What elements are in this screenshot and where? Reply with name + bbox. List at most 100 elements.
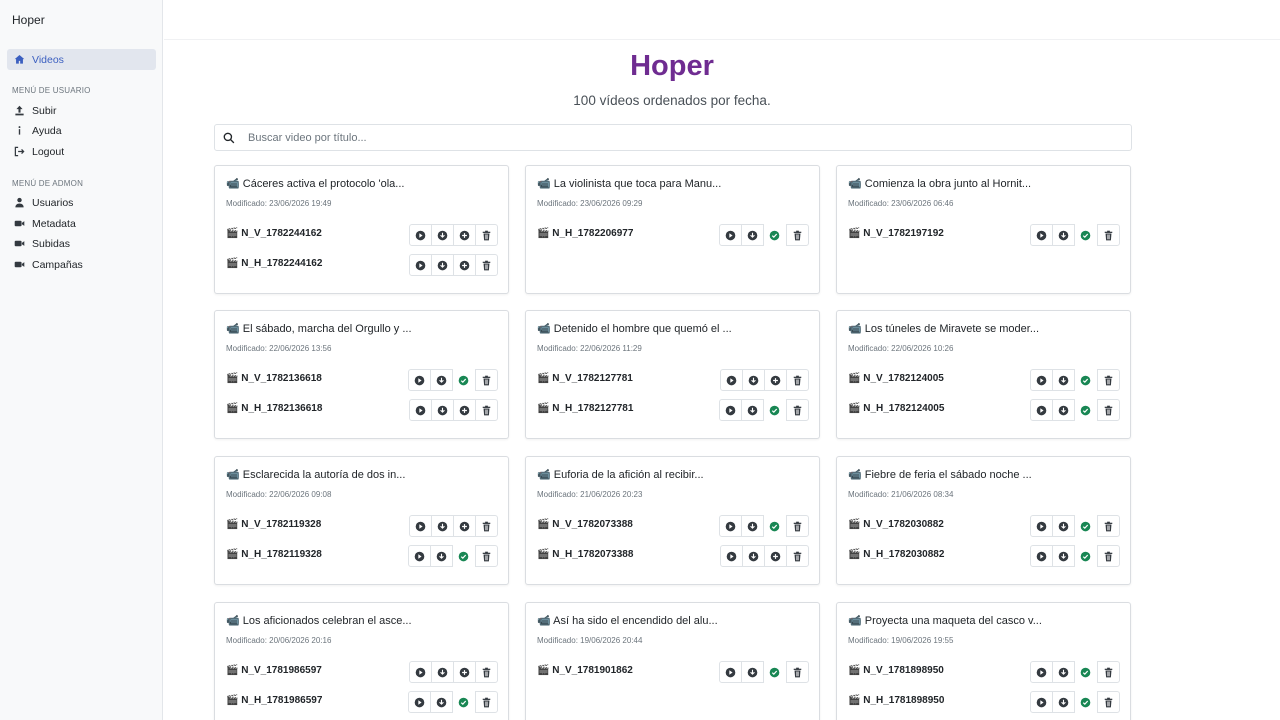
download-button[interactable]	[431, 254, 454, 276]
download-button[interactable]	[741, 661, 764, 683]
download-button[interactable]	[430, 545, 453, 567]
add-button[interactable]	[764, 545, 787, 567]
download-button[interactable]	[431, 661, 454, 683]
play-button[interactable]	[720, 369, 743, 391]
play-button[interactable]	[1030, 661, 1053, 683]
download-button[interactable]	[741, 515, 764, 537]
play-button[interactable]	[719, 515, 742, 537]
delete-button[interactable]	[475, 545, 498, 567]
status-check-button[interactable]	[1074, 399, 1097, 421]
delete-button[interactable]	[1097, 661, 1120, 683]
status-check-button[interactable]	[1074, 369, 1097, 391]
status-check-button[interactable]	[1074, 515, 1097, 537]
status-check-button[interactable]	[1074, 661, 1097, 683]
card-title[interactable]: 📹 Proyecta una maqueta del casco v...	[848, 614, 1042, 627]
add-button[interactable]	[453, 515, 476, 537]
play-button[interactable]	[1030, 399, 1053, 421]
card-title[interactable]: 📹 Los túneles de Miravete se moder...	[848, 322, 1039, 335]
status-check-button[interactable]	[1074, 545, 1097, 567]
download-button[interactable]	[431, 515, 454, 537]
play-button[interactable]	[719, 399, 742, 421]
status-check-button[interactable]	[1074, 224, 1097, 246]
sidebar-item-ayuda[interactable]: Ayuda	[7, 120, 156, 141]
download-button[interactable]	[1052, 515, 1075, 537]
brand-name[interactable]: Hoper	[12, 13, 45, 27]
download-button[interactable]	[431, 399, 454, 421]
card-title[interactable]: 📹 Así ha sido el encendido del alu...	[537, 614, 718, 627]
delete-button[interactable]	[786, 661, 809, 683]
delete-button[interactable]	[786, 369, 809, 391]
delete-button[interactable]	[475, 254, 498, 276]
play-button[interactable]	[1030, 515, 1053, 537]
delete-button[interactable]	[1097, 691, 1120, 713]
download-button[interactable]	[431, 224, 454, 246]
card-title[interactable]: 📹 El sábado, marcha del Orgullo y ...	[226, 322, 412, 335]
sidebar-item-subir[interactable]: Subir	[7, 100, 156, 121]
play-button[interactable]	[719, 224, 742, 246]
play-button[interactable]	[1030, 691, 1053, 713]
status-check-button[interactable]	[763, 399, 786, 421]
delete-button[interactable]	[475, 369, 498, 391]
download-button[interactable]	[430, 369, 453, 391]
play-button[interactable]	[1030, 369, 1053, 391]
play-button[interactable]	[719, 661, 742, 683]
play-button[interactable]	[409, 661, 432, 683]
delete-button[interactable]	[1097, 399, 1120, 421]
card-title[interactable]: 📹 Cáceres activa el protocolo 'ola...	[226, 177, 404, 190]
status-check-button[interactable]	[763, 515, 786, 537]
download-button[interactable]	[1052, 661, 1075, 683]
sidebar-item-logout[interactable]: Logout	[7, 141, 156, 162]
card-title[interactable]: 📹 Comienza la obra junto al Hornit...	[848, 177, 1031, 190]
download-button[interactable]	[741, 399, 764, 421]
status-check-button[interactable]	[1074, 691, 1097, 713]
add-button[interactable]	[453, 399, 476, 421]
download-button[interactable]	[742, 545, 765, 567]
play-button[interactable]	[720, 545, 743, 567]
add-button[interactable]	[453, 254, 476, 276]
status-check-button[interactable]	[763, 224, 786, 246]
card-title[interactable]: 📹 Detenido el hombre que quemó el ...	[537, 322, 732, 335]
card-title[interactable]: 📹 Esclarecida la autoría de dos in...	[226, 468, 405, 481]
delete-button[interactable]	[1097, 369, 1120, 391]
delete-button[interactable]	[475, 224, 498, 246]
delete-button[interactable]	[1097, 224, 1120, 246]
play-button[interactable]	[409, 254, 432, 276]
play-button[interactable]	[409, 515, 432, 537]
download-button[interactable]	[741, 224, 764, 246]
play-button[interactable]	[408, 369, 431, 391]
delete-button[interactable]	[1097, 545, 1120, 567]
download-button[interactable]	[1052, 369, 1075, 391]
delete-button[interactable]	[475, 661, 498, 683]
delete-button[interactable]	[786, 545, 809, 567]
download-button[interactable]	[1052, 545, 1075, 567]
sidebar-item-subidas[interactable]: Subidas	[7, 233, 156, 254]
delete-button[interactable]	[786, 515, 809, 537]
delete-button[interactable]	[786, 399, 809, 421]
play-button[interactable]	[409, 224, 432, 246]
sidebar-item-metadata[interactable]: Metadata	[7, 213, 156, 234]
add-button[interactable]	[764, 369, 787, 391]
play-button[interactable]	[408, 545, 431, 567]
play-button[interactable]	[1030, 224, 1053, 246]
card-title[interactable]: 📹 Fiebre de feria el sábado noche ...	[848, 468, 1032, 481]
search-input[interactable]	[248, 131, 1108, 144]
play-button[interactable]	[409, 399, 432, 421]
download-button[interactable]	[1052, 399, 1075, 421]
delete-button[interactable]	[1097, 515, 1120, 537]
status-check-button[interactable]	[452, 691, 475, 713]
download-button[interactable]	[742, 369, 765, 391]
delete-button[interactable]	[475, 515, 498, 537]
status-check-button[interactable]	[763, 661, 786, 683]
delete-button[interactable]	[475, 399, 498, 421]
play-button[interactable]	[1030, 545, 1053, 567]
card-title[interactable]: 📹 Euforia de la afición al recibir...	[537, 468, 704, 481]
download-button[interactable]	[1052, 691, 1075, 713]
card-title[interactable]: 📹 Los aficionados celebran el asce...	[226, 614, 412, 627]
add-button[interactable]	[453, 661, 476, 683]
download-button[interactable]	[1052, 224, 1075, 246]
play-button[interactable]	[408, 691, 431, 713]
add-button[interactable]	[453, 224, 476, 246]
download-button[interactable]	[430, 691, 453, 713]
sidebar-item-usuarios[interactable]: Usuarios	[7, 192, 156, 213]
delete-button[interactable]	[786, 224, 809, 246]
